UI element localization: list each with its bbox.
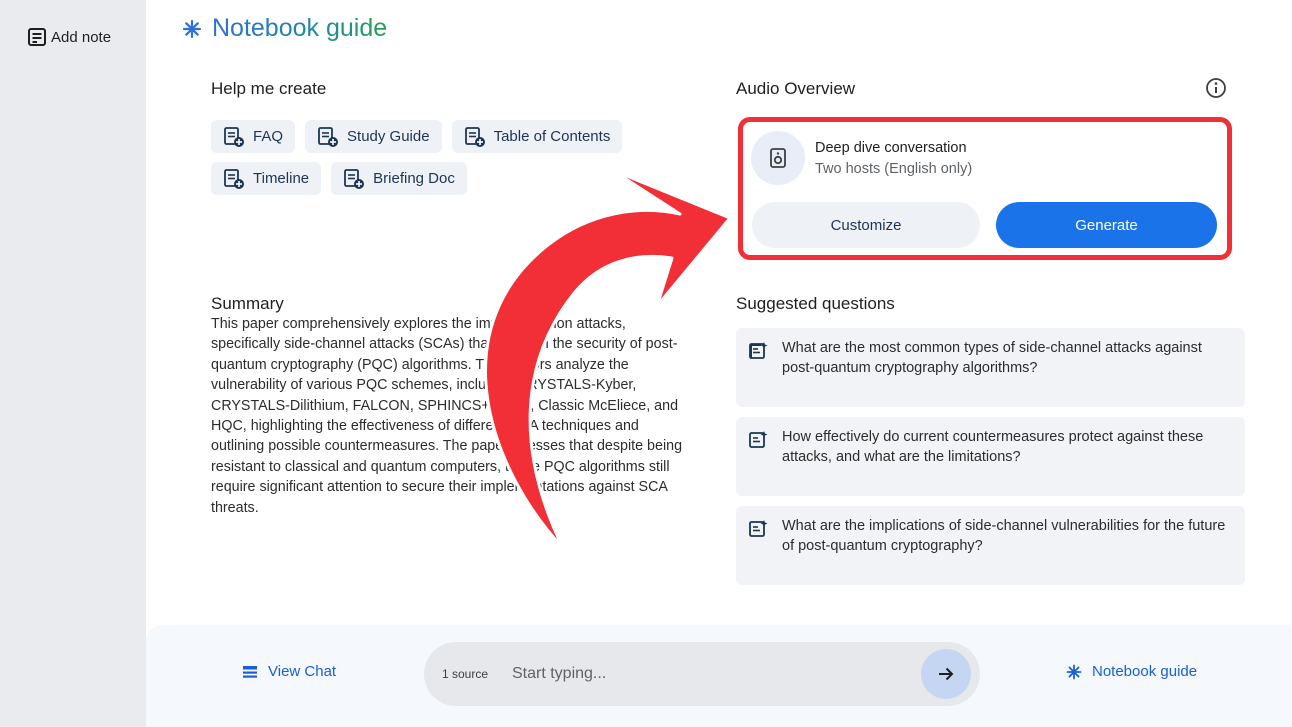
suggested-question-3[interactable]: What are the implications of side-channe… xyxy=(736,506,1245,585)
chip-briefing-doc[interactable]: Briefing Doc xyxy=(331,162,467,195)
chip-study-guide[interactable]: Study Guide xyxy=(305,120,442,153)
speaker-badge xyxy=(751,131,805,185)
chip-label: FAQ xyxy=(253,128,284,145)
view-chat-label: View Chat xyxy=(268,663,337,680)
notebook-guide-label: Notebook guide xyxy=(1092,663,1198,680)
customize-button[interactable]: Customize xyxy=(752,202,980,248)
add-note-button[interactable]: Add note xyxy=(27,27,111,47)
notebook-guide-button[interactable]: Notebook guide xyxy=(1066,663,1197,680)
question-text: How effectively do current countermeasur… xyxy=(782,429,1204,466)
help-create-heading: Help me create xyxy=(211,79,327,98)
document-add-icon xyxy=(464,126,485,147)
info-icon[interactable] xyxy=(1205,77,1227,99)
chat-sparkle-icon xyxy=(749,342,768,359)
sparkle-icon xyxy=(1066,664,1082,679)
chip-label: Study Guide xyxy=(347,128,430,145)
note-icon xyxy=(28,28,46,46)
sparkle-icon xyxy=(182,19,202,38)
help-create-chips: FAQ Study Guide Table of Contents Timeli… xyxy=(211,120,651,204)
chat-input[interactable] xyxy=(512,660,912,688)
add-note-label: Add note xyxy=(51,28,112,46)
chip-label: Timeline xyxy=(253,170,310,187)
question-text: What are the implications of side-channe… xyxy=(782,518,1226,555)
page-title-text: Notebook guide xyxy=(212,14,388,42)
chip-table-of-contents[interactable]: Table of Contents xyxy=(451,120,623,153)
summary-heading: Summary xyxy=(211,294,284,313)
chip-faq[interactable]: FAQ xyxy=(211,120,296,153)
suggested-question-1[interactable]: What are the most common types of side-c… xyxy=(736,328,1245,407)
speaker-icon xyxy=(770,148,786,168)
suggested-question-2[interactable]: How effectively do current countermeasur… xyxy=(736,417,1245,496)
generate-button[interactable]: Generate xyxy=(996,202,1217,248)
audio-overview-heading: Audio Overview xyxy=(736,79,856,98)
notebook-app: Add note Notebook guide Help me create F… xyxy=(0,0,1292,727)
chip-label: Briefing Doc xyxy=(373,170,455,187)
notebook-guide-panel: Notebook guide Help me create FAQ Study … xyxy=(146,0,1292,727)
question-text: What are the most common types of side-c… xyxy=(782,340,1202,377)
chip-timeline[interactable]: Timeline xyxy=(211,162,322,195)
page-title: Notebook guide xyxy=(182,14,387,43)
summary-text: This paper comprehensively explores the … xyxy=(211,316,683,516)
arrow-right-icon xyxy=(939,667,954,681)
audio-overview-card: Deep dive conversation Two hosts (Englis… xyxy=(738,117,1232,260)
chat-list-icon xyxy=(243,665,257,678)
source-count[interactable]: 1 source xyxy=(442,667,488,681)
document-add-icon xyxy=(344,168,365,189)
document-add-icon xyxy=(318,126,339,147)
document-add-icon xyxy=(224,126,244,147)
chat-sparkle-icon xyxy=(749,520,768,537)
chip-label: Table of Contents xyxy=(493,128,611,145)
audio-subtitle: Two hosts (English only) xyxy=(815,161,973,177)
chat-sparkle-icon xyxy=(749,431,768,448)
document-add-icon xyxy=(224,168,244,189)
send-button[interactable] xyxy=(921,649,971,699)
view-chat-button[interactable]: View Chat xyxy=(242,663,336,680)
bottom-bar: View Chat 1 source Start typing... Noteb… xyxy=(146,625,1292,727)
chat-input-bar: 1 source xyxy=(424,642,980,706)
audio-title: Deep dive conversation xyxy=(815,140,967,156)
sidebar: Add note xyxy=(0,0,146,727)
suggested-questions-heading: Suggested questions xyxy=(736,294,895,313)
